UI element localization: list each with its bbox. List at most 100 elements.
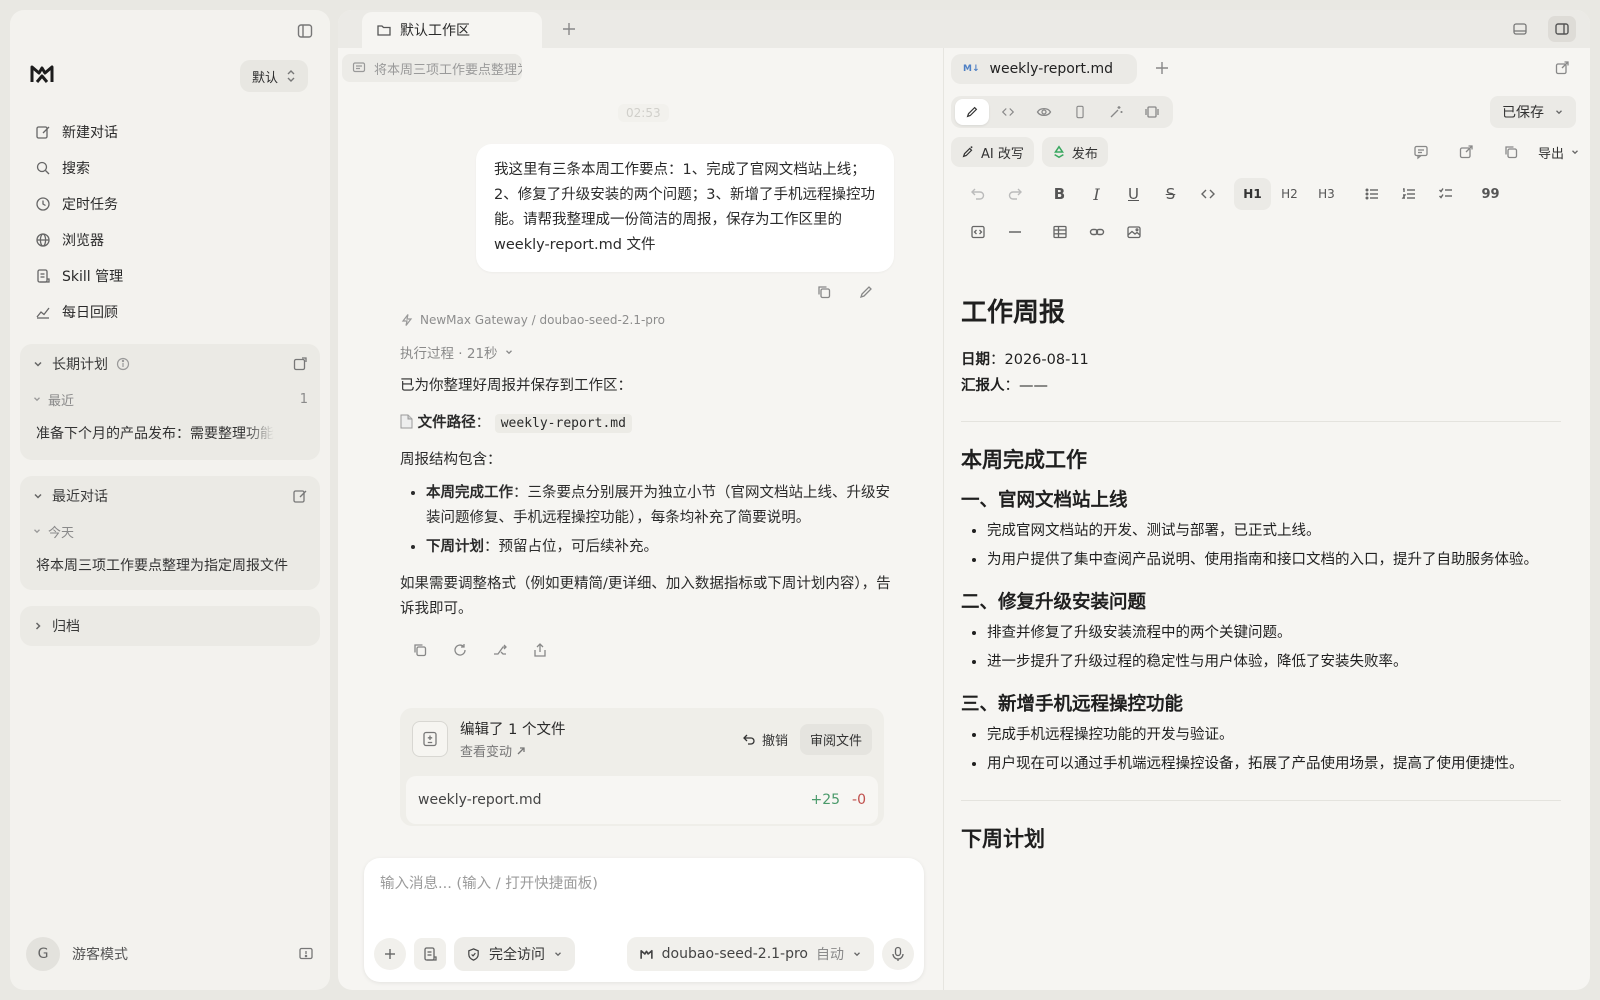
copy-icon[interactable] — [412, 642, 428, 658]
preview-eye-icon[interactable] — [1027, 99, 1061, 125]
slides-icon[interactable] — [1135, 99, 1169, 125]
conversation-item[interactable]: 将本周三项工作要点整理为指定周报文件 — [20, 546, 320, 584]
recent-subheader[interactable]: 最近 1 — [20, 384, 320, 414]
bottom-panel-toggle-icon[interactable] — [1506, 16, 1534, 42]
undo-icon[interactable] — [959, 178, 996, 210]
recent-count: 1 — [299, 391, 308, 407]
strikethrough-icon[interactable]: S — [1152, 178, 1189, 210]
permission-select[interactable]: 完全访问 — [454, 937, 575, 971]
nav-scheduled-tasks[interactable]: 定时任务 — [22, 186, 318, 222]
date-label: 日期 — [961, 352, 990, 368]
add-tab-icon[interactable] — [560, 20, 578, 38]
workspace-select[interactable]: 默认 — [239, 60, 308, 92]
structure-list: 本周完成工作：三条要点分别展开为独立小节（官网文档站上线、升级安装问题修复、手机… — [400, 481, 900, 560]
heading3-button[interactable]: H3 — [1308, 178, 1345, 210]
bullet-bold: 下周计划 — [426, 539, 484, 555]
external-arrow-icon — [516, 746, 526, 756]
bold-icon[interactable]: B — [1041, 178, 1078, 210]
archive-header[interactable]: 归档 — [20, 606, 320, 646]
model-select[interactable]: doubao-seed-2.1-pro 自动 — [626, 937, 874, 971]
chevron-down-icon — [32, 358, 44, 370]
heading2-button[interactable]: H2 — [1271, 178, 1308, 210]
retry-icon[interactable] — [452, 642, 468, 658]
branch-icon[interactable] — [492, 642, 508, 658]
sidebar-nav: 新建对话 搜索 定时任务 浏览器 Skill 管理 每日回顾 — [22, 114, 318, 330]
plan-item[interactable]: 准备下个月的产品发布：需要整理功能 — [20, 414, 320, 452]
underline-icon[interactable]: U — [1115, 178, 1152, 210]
save-status-select[interactable]: 已保存 — [1490, 96, 1576, 128]
execution-toggle[interactable]: 执行过程 · 21秒 — [400, 342, 900, 362]
chevron-down-icon — [32, 526, 42, 536]
nav-search[interactable]: 搜索 — [22, 150, 318, 186]
right-panel-toggle-icon[interactable] — [1548, 16, 1576, 42]
conversation-label: 将本周三项工作要点整理为指定周报文件 — [36, 558, 288, 574]
nav-browser[interactable]: 浏览器 — [22, 222, 318, 258]
code-block-icon[interactable] — [959, 216, 996, 248]
list-item: 下周计划：预留占位，可后续补充。 — [426, 535, 900, 560]
format-toolbar-row1: B I U S H1 H2 H3 99 — [959, 178, 1576, 210]
recent-conversations-header[interactable]: 最近对话 — [20, 476, 320, 516]
share-external-icon[interactable] — [1448, 136, 1485, 168]
archive-section[interactable]: 归档 — [20, 606, 320, 646]
conversation-title-pill[interactable]: 将本周三项工作要点整理为指定周报文件 — [342, 54, 522, 82]
long-term-plan-header[interactable]: 长期计划 — [20, 344, 320, 384]
ordered-list-icon[interactable] — [1390, 178, 1427, 210]
copy-icon[interactable] — [816, 284, 832, 300]
avatar[interactable]: G — [26, 937, 60, 971]
ai-magic-icon[interactable] — [1099, 99, 1133, 125]
image-icon[interactable] — [1115, 216, 1152, 248]
edit-pencil-icon[interactable] — [858, 284, 874, 300]
recycle-icon — [1052, 145, 1066, 159]
publish-button[interactable]: 发布 — [1041, 137, 1108, 167]
task-list-icon[interactable] — [1427, 178, 1464, 210]
markdown-document[interactable]: 工作周报 日期：2026-08-11 汇报人：—— 本周完成工作 一、官网文档站… — [961, 286, 1561, 976]
message-input[interactable] — [380, 872, 900, 902]
open-external-icon[interactable] — [1554, 60, 1570, 76]
bullet-list-icon[interactable] — [1353, 178, 1390, 210]
undo-button[interactable]: 撤销 — [742, 730, 788, 749]
nav-skill-management[interactable]: Skill 管理 — [22, 258, 318, 294]
nav-daily-review[interactable]: 每日回顾 — [22, 294, 318, 330]
duplicate-icon[interactable] — [1493, 136, 1530, 168]
heading1-button[interactable]: H1 — [1234, 178, 1271, 210]
redo-icon[interactable] — [996, 178, 1033, 210]
info-icon[interactable] — [116, 357, 130, 371]
bullet-bold: 本周完成工作 — [426, 485, 513, 501]
skill-picker-icon[interactable] — [414, 938, 446, 970]
comment-icon[interactable] — [1403, 136, 1440, 168]
edit-mode-icon[interactable] — [955, 99, 989, 125]
link-icon[interactable] — [1078, 216, 1115, 248]
sidebar-toggle-icon[interactable] — [296, 22, 314, 40]
add-file-tab-icon[interactable] — [1153, 59, 1171, 77]
feedback-icon[interactable] — [298, 946, 314, 962]
review-file-button[interactable]: 审阅文件 — [799, 723, 872, 755]
publish-label: 发布 — [1071, 146, 1098, 162]
mobile-preview-icon[interactable] — [1063, 99, 1097, 125]
view-changes-link[interactable]: 查看变动 — [460, 741, 730, 760]
share-icon[interactable] — [532, 642, 548, 658]
markdown-icon: M↓ — [963, 64, 980, 74]
ai-rewrite-button[interactable]: AI 改写 — [951, 137, 1034, 167]
attach-plus-icon[interactable] — [374, 938, 406, 970]
horizontal-rule-icon[interactable] — [996, 216, 1033, 248]
export-menu[interactable]: 导出 — [1538, 143, 1580, 162]
divider — [961, 421, 1561, 422]
assistant-message-actions — [412, 642, 900, 658]
new-chat-icon[interactable] — [292, 488, 308, 504]
table-icon[interactable] — [1041, 216, 1078, 248]
path-colon: ： — [475, 415, 491, 431]
list-item: 本周完成工作：三条要点分别展开为独立小节（官网文档站上线、升级安装问题修复、手机… — [426, 481, 900, 531]
edited-file-row[interactable]: weekly-report.md +25 -0 — [406, 776, 878, 824]
blockquote-icon[interactable]: 99 — [1472, 178, 1509, 210]
file-tab-weekly-report[interactable]: M↓ weekly-report.md — [951, 54, 1137, 84]
nav-new-chat[interactable]: 新建对话 — [22, 114, 318, 150]
inline-code-icon[interactable] — [1189, 178, 1226, 210]
doc-list: 完成手机远程操控功能的开发与验证。 用户现在可以通过手机端远程操控设备，拓展了产… — [961, 722, 1561, 778]
new-plan-icon[interactable] — [292, 356, 308, 372]
microphone-icon[interactable] — [882, 938, 914, 970]
italic-icon[interactable]: I — [1078, 178, 1115, 210]
tab-default-workspace[interactable]: 默认工作区 — [362, 12, 542, 48]
source-code-icon[interactable] — [991, 99, 1025, 125]
file-edit-card: 编辑了 1 个文件 查看变动 撤销 审阅文件 weekly-report.md … — [400, 708, 884, 826]
today-subheader[interactable]: 今天 — [20, 516, 320, 546]
